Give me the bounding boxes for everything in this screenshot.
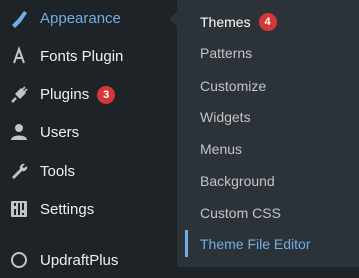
sidebar-item-label: Appearance (40, 9, 121, 27)
submenu-item-label: Theme File Editor (200, 235, 311, 252)
sidebar-item-settings[interactable]: Settings (0, 191, 176, 227)
submenu-item-label: Background (200, 172, 275, 189)
submenu-item-themes[interactable]: Themes 4 (177, 6, 359, 37)
submenu-item-background[interactable]: Background (177, 165, 359, 196)
sidebar-item-label: Settings (40, 200, 95, 218)
submenu-pointer (169, 11, 177, 27)
submenu-item-label: Patterns (200, 44, 253, 61)
sidebar-item-label: UpdraftPlus (40, 251, 119, 269)
plugins-update-badge: 3 (97, 86, 116, 105)
sliders-icon (9, 199, 29, 219)
current-indicator (185, 230, 188, 257)
plug-icon (9, 85, 29, 105)
sidebar-item-label: Plugins (40, 85, 90, 103)
font-a-icon (9, 46, 29, 66)
submenu-item-label: Customize (200, 77, 267, 94)
themes-update-badge: 4 (258, 12, 277, 31)
admin-sidebar: Appearance Fonts Plugin Plugins 3 Users T… (0, 0, 176, 269)
submenu-item-patterns[interactable]: Patterns (177, 37, 359, 68)
submenu-item-label: Themes (200, 13, 251, 30)
sidebar-item-users[interactable]: Users (0, 114, 176, 150)
submenu-item-widgets[interactable]: Widgets (177, 101, 359, 132)
submenu-item-label: Menus (200, 140, 243, 157)
submenu-item-customize[interactable]: Customize (177, 70, 359, 101)
user-icon (9, 122, 29, 142)
sidebar-item-label: Users (40, 123, 80, 141)
submenu-item-label-wrap: Themes 4 (200, 12, 277, 31)
updraft-icon (9, 250, 29, 270)
sidebar-item-label: Fonts Plugin (40, 47, 124, 65)
sidebar-item-label-wrap: Plugins 3 (40, 85, 116, 105)
submenu-item-custom-css[interactable]: Custom CSS (177, 197, 359, 228)
submenu-item-menus[interactable]: Menus (177, 133, 359, 164)
sidebar-item-appearance[interactable]: Appearance (0, 0, 176, 36)
sidebar-item-fonts-plugin[interactable]: Fonts Plugin (0, 38, 176, 74)
wrench-icon (9, 161, 29, 181)
sidebar-item-plugins[interactable]: Plugins 3 (0, 77, 176, 113)
sidebar-item-tools[interactable]: Tools (0, 153, 176, 189)
submenu-item-label: Widgets (200, 108, 251, 125)
paintbrush-icon (9, 8, 29, 28)
submenu-item-theme-file-editor[interactable]: Theme File Editor (177, 228, 359, 259)
sidebar-item-updraftplus[interactable]: UpdraftPlus (0, 242, 176, 278)
submenu-item-label: Custom CSS (200, 204, 281, 221)
sidebar-item-label: Tools (40, 162, 76, 180)
appearance-submenu: Themes 4 Patterns Customize Widgets Menus… (177, 0, 359, 267)
